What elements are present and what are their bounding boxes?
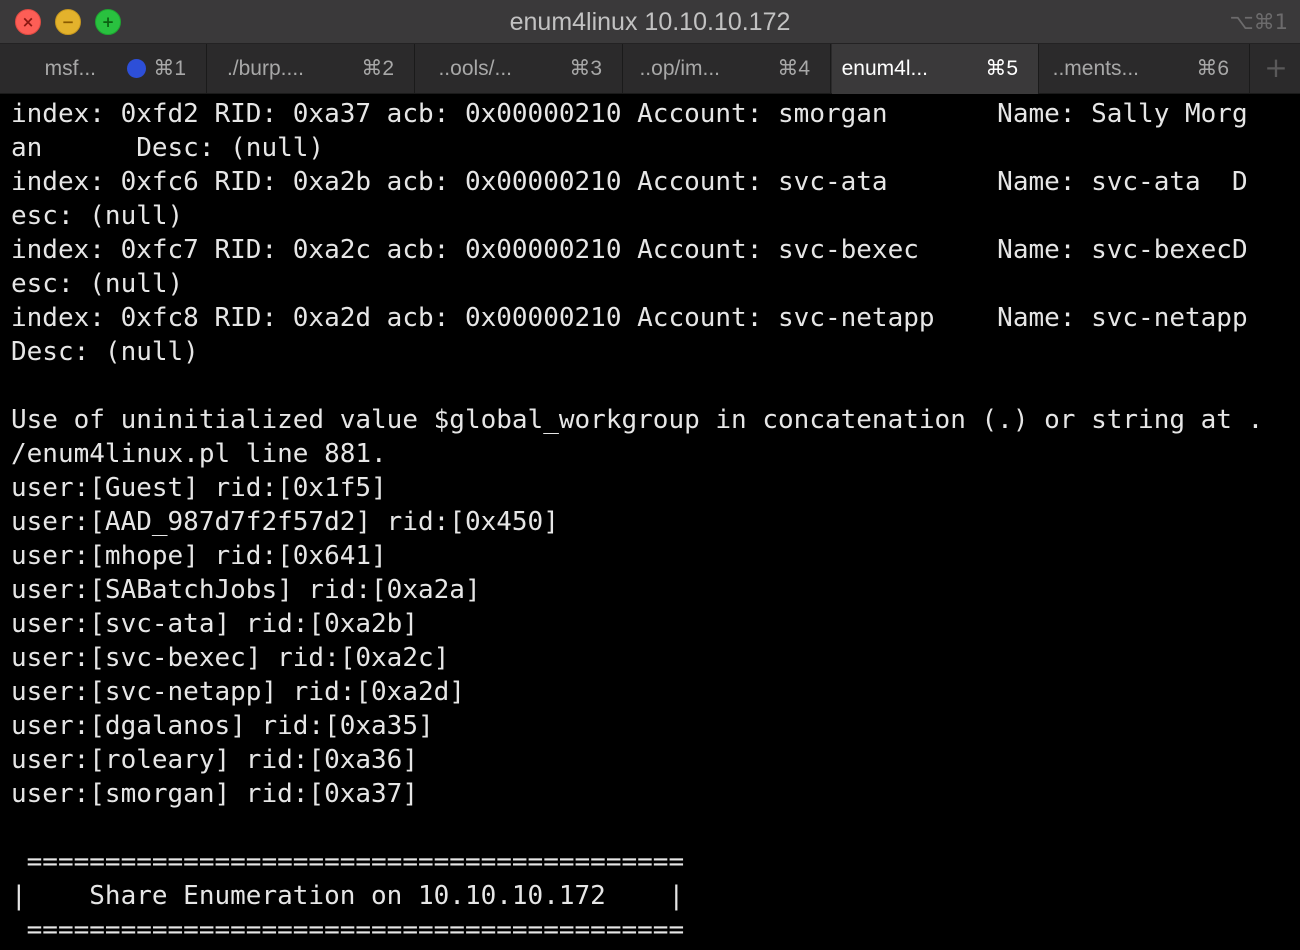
terminal-line: user:[mhope] rid:[0x641] <box>11 541 387 571</box>
activity-indicator-icon <box>127 59 146 78</box>
terminal-line: an Desc: (null) <box>11 133 325 163</box>
terminal-line: ========================================… <box>11 847 685 877</box>
tab-bar: msf... ⌘1 ./burp.... ⌘2 ..ools/... ⌘3 ..… <box>0 44 1300 94</box>
terminal-line: user:[dgalanos] rid:[0xa35] <box>11 711 434 741</box>
terminal-line: Desc: (null) <box>11 337 199 367</box>
tab-shortcut: ⌘6 <box>1196 57 1229 80</box>
terminal-line: user:[SABatchJobs] rid:[0xa2a] <box>11 575 481 605</box>
window-shortcut-hint: ⌥⌘1 <box>1229 10 1288 34</box>
tab-desktop-images[interactable]: ..op/im... ⌘4 <box>624 44 831 94</box>
tab-label: ..op/im... <box>639 57 720 80</box>
terminal-line: index: 0xfd2 RID: 0xa37 acb: 0x00000210 … <box>11 99 1248 129</box>
terminal-line: user:[svc-bexec] rid:[0xa2c] <box>11 643 450 673</box>
tab-tools[interactable]: ..ools/... ⌘3 <box>416 44 623 94</box>
window-title: enum4linux 10.10.10.172 <box>509 8 791 36</box>
tab-shortcut: ⌘3 <box>569 57 602 80</box>
title-bar[interactable]: × − + enum4linux 10.10.10.172 ⌥⌘1 <box>0 0 1300 44</box>
tab-shortcut: ⌘2 <box>361 57 394 80</box>
terminal-line: user:[AAD_987d7f2f57d2] rid:[0x450] <box>11 507 559 537</box>
terminal-line: user:[smorgan] rid:[0xa37] <box>11 779 418 809</box>
tab-label: ./burp.... <box>226 57 304 80</box>
terminal-line: user:[roleary] rid:[0xa36] <box>11 745 418 775</box>
terminal-line: | Share Enumeration on 10.10.10.172 | <box>11 881 685 911</box>
terminal-line: user:[svc-netapp] rid:[0xa2d] <box>11 677 465 707</box>
tab-burp[interactable]: ./burp.... ⌘2 <box>208 44 415 94</box>
tab-shortcut: ⌘4 <box>777 57 810 80</box>
tab-msf[interactable]: msf... ⌘1 <box>0 44 207 94</box>
terminal-window: × − + enum4linux 10.10.10.172 ⌥⌘1 msf...… <box>0 0 1300 950</box>
tab-label: enum4l... <box>841 57 928 80</box>
tab-label: ..ools/... <box>438 57 512 80</box>
new-tab-button[interactable]: + <box>1252 44 1300 94</box>
terminal-line: esc: (null) <box>11 269 184 299</box>
terminal-line: /enum4linux.pl line 881. <box>11 439 387 469</box>
tab-label: ..ments... <box>1052 57 1139 80</box>
tab-label: msf... <box>44 57 96 80</box>
tab-documents[interactable]: ..ments... ⌘6 <box>1043 44 1250 94</box>
terminal-output[interactable]: index: 0xfd2 RID: 0xa37 acb: 0x00000210 … <box>11 97 1300 950</box>
terminal-line: index: 0xfc6 RID: 0xa2b acb: 0x00000210 … <box>11 167 1248 197</box>
terminal-line: ========================================… <box>11 915 685 945</box>
terminal-line: Use of uninitialized value $global_workg… <box>11 405 1264 435</box>
terminal-line: user:[svc-ata] rid:[0xa2b] <box>11 609 418 639</box>
tab-shortcut: ⌘5 <box>985 57 1018 80</box>
terminal-line: user:[Guest] rid:[0x1f5] <box>11 473 387 503</box>
tab-shortcut: ⌘1 <box>153 57 186 80</box>
terminal-line: esc: (null) <box>11 201 184 231</box>
terminal-line: index: 0xfc8 RID: 0xa2d acb: 0x00000210 … <box>11 303 1248 333</box>
tab-enum4linux[interactable]: enum4l... ⌘5 <box>832 44 1039 94</box>
terminal-line: index: 0xfc7 RID: 0xa2c acb: 0x00000210 … <box>11 235 1248 265</box>
